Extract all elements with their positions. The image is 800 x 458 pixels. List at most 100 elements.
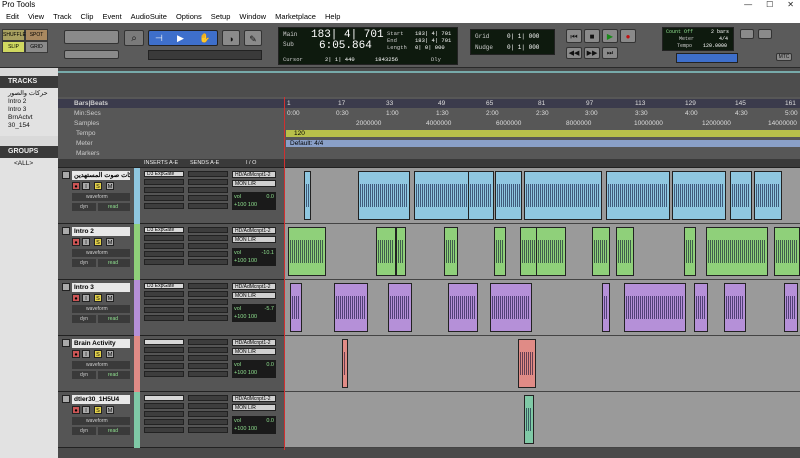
input-monitor-button[interactable]: I [82,350,90,358]
record-icon[interactable]: ● [620,29,636,43]
audio-clip[interactable] [672,171,726,220]
mtc-button[interactable]: MTC [776,53,792,61]
record-arm-button[interactable]: ● [72,406,80,414]
stop-icon[interactable]: ■ [584,29,600,43]
audio-clip[interactable] [706,227,768,276]
automation-mode-selector[interactable]: read [98,371,130,379]
audio-clip[interactable] [448,283,478,332]
audio-clip[interactable] [490,283,532,332]
audio-clip[interactable] [444,227,458,276]
track-select[interactable] [62,171,70,179]
insert-slot[interactable] [144,291,184,297]
audio-clip[interactable] [518,339,536,388]
insert-slot[interactable] [144,419,184,425]
send-slot[interactable] [188,355,228,361]
track-view-selector[interactable]: waveform [72,361,130,369]
delay-label[interactable]: Dly [431,56,441,63]
nudge-value[interactable]: 0| 1| 000 [507,44,539,51]
send-slot[interactable] [188,187,228,193]
solo-button[interactable]: S [94,182,102,190]
send-slot[interactable] [188,363,228,369]
send-slot[interactable] [188,235,228,241]
menu-track[interactable]: Track [53,12,71,21]
menu-marketplace[interactable]: Marketplace [275,12,316,21]
audio-clip[interactable] [288,227,326,276]
insert-slot[interactable]: D3 ExpGate [144,171,184,177]
nudge-label[interactable]: Nudge [475,44,493,51]
track-select[interactable] [62,339,70,347]
menu-audiosuite[interactable]: AudioSuite [131,12,167,21]
send-slot[interactable] [188,427,228,433]
send-slot[interactable] [188,339,228,345]
meter-marker[interactable]: Default: 4/4 [290,139,323,148]
rewind-to-start-icon[interactable]: ⏮ [566,29,582,43]
shuffle-mode-button[interactable]: SHUFFLE [3,30,26,40]
track-view-selector[interactable]: waveform [72,249,130,257]
input-selector[interactable]: HD/AdMcnpt1-2 [232,283,276,290]
insert-slot[interactable] [144,427,184,433]
audio-clip[interactable] [606,171,670,220]
close-icon[interactable]: ✕ [787,0,794,10]
menu-help[interactable]: Help [325,12,340,21]
insert-slot[interactable] [144,299,184,305]
volume-value[interactable]: -5.7 [265,305,274,313]
tempo-marker[interactable]: 120 [294,129,305,138]
output-selector[interactable]: MON L/R [232,180,276,187]
midi-merge-button[interactable] [740,29,754,39]
solo-button[interactable]: S [94,238,102,246]
track-list-item[interactable]: Intro 3 [0,106,58,114]
send-slot[interactable] [188,403,228,409]
send-slot[interactable] [188,259,228,265]
length-value[interactable]: 0| 0| 000 [415,44,445,51]
tempo-value[interactable]: 120.0000 [703,43,727,49]
input-monitor-button[interactable]: I [82,182,90,190]
fast-forward-icon[interactable]: ▶▶ [584,47,600,59]
spot-mode-button[interactable]: SPOT [26,30,47,40]
automation-mode-selector[interactable]: read [98,203,130,211]
track-view-selector[interactable]: waveform [72,417,130,425]
mute-button[interactable]: M [106,350,114,358]
audio-clip[interactable] [468,171,494,220]
mute-button[interactable]: M [106,182,114,190]
send-slot[interactable] [188,395,228,401]
audio-clip[interactable] [784,283,798,332]
send-slot[interactable] [188,251,228,257]
audio-clip[interactable] [624,283,686,332]
insert-slot[interactable] [144,355,184,361]
menu-edit[interactable]: Edit [6,12,19,21]
track-name[interactable]: حركات صوت المستهدين [72,171,130,180]
menu-options[interactable]: Options [176,12,202,21]
track-select[interactable] [62,283,70,291]
maximize-icon[interactable]: ☐ [766,0,773,10]
grid-label[interactable]: Grid [475,33,489,40]
send-slot[interactable] [188,171,228,177]
track-lane[interactable] [284,336,800,392]
insert-slot[interactable] [144,363,184,369]
group-all[interactable]: <ALL> [0,160,58,168]
send-slot[interactable] [188,195,228,201]
send-slot[interactable] [188,179,228,185]
zoom-buttons[interactable] [64,30,119,44]
grid-mode-button[interactable]: GRID [26,42,47,52]
audio-clip[interactable] [602,283,610,332]
slip-mode-button[interactable]: SLIP [3,42,24,52]
count-off-label[interactable]: Count Off [666,29,693,35]
track-name[interactable]: Intro 2 [72,227,130,236]
playlist-selector[interactable]: dyn [72,371,96,379]
send-slot[interactable] [188,371,228,377]
send-slot[interactable] [188,243,228,249]
track-name[interactable]: Brain Activity [72,339,130,348]
audio-clip[interactable] [774,227,800,276]
edit-tools[interactable]: ⊣ ▶ ✋ [148,30,218,46]
audio-clip[interactable] [342,339,348,388]
audio-clip[interactable] [358,171,410,220]
mute-button[interactable]: M [106,238,114,246]
meter-ruler[interactable]: Meter Default: 4/4 [58,139,800,148]
input-selector[interactable]: HD/AdMcnpt1-2 [232,395,276,402]
audio-clip[interactable] [376,227,396,276]
volume-value[interactable]: 0.0 [266,361,274,369]
audio-clip[interactable] [334,283,368,332]
metronome-button[interactable] [758,29,772,39]
mute-button[interactable]: M [106,406,114,414]
audio-clip[interactable] [616,227,634,276]
